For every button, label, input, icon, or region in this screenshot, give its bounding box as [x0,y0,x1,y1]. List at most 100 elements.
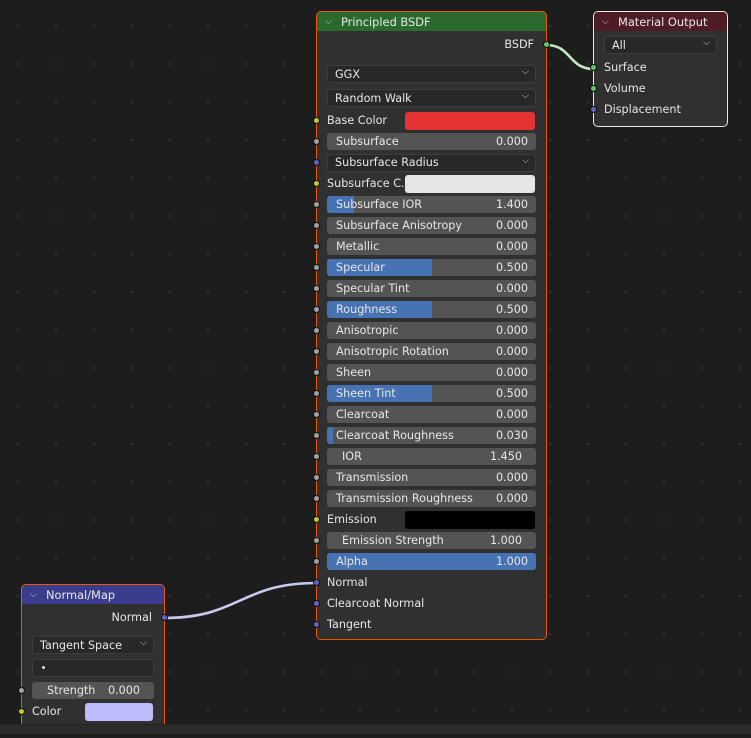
normal-map-node[interactable]: ⌵ Normal/Map Normal Tangent Space ⌵ Stre… [18,584,168,728]
clearcoat-normal-socket[interactable] [313,600,320,607]
chevron-down-icon[interactable]: ⌵ [325,17,337,27]
sheen-socket[interactable] [313,369,320,376]
slider-label: Roughness [336,303,398,316]
specular-tint-row: Specular Tint 0.000 [313,278,546,299]
base-color-socket[interactable] [313,117,320,124]
slider-group: Subsurface IOR 1.400 Subsurface Anisotropy… [313,194,546,446]
alpha-slider[interactable]: Alpha 1.000 [327,553,536,570]
slider-value: 0.000 [495,135,528,148]
subsurface-anisotropy-slider[interactable]: Subsurface Anisotropy 0.000 [327,217,536,234]
specular-tint-slider[interactable]: Specular Tint 0.000 [327,280,536,297]
clearcoat-normal-row: Clearcoat Normal [313,593,546,614]
transmission-roughness-socket[interactable] [313,495,320,502]
emission-strength-field[interactable]: Emission Strength 1.000 [327,532,536,549]
input-label: Normal [327,576,368,589]
sheen-tint-socket[interactable] [313,390,320,397]
input-label: Subsurface C... [327,177,405,190]
ior-socket[interactable] [313,453,320,460]
strength-field[interactable]: Strength 0.000 [32,682,154,699]
volume-socket[interactable] [590,85,597,92]
surface-socket[interactable] [590,64,597,71]
chevron-down-icon: ⌵ [703,38,710,48]
volume-row: Volume [590,78,727,99]
subsurface-ior-socket[interactable] [313,201,320,208]
bsdf-output-socket[interactable] [543,41,550,48]
anisotropic-rotation-socket[interactable] [313,348,320,355]
space-dropdown[interactable]: Tangent Space ⌵ [32,636,154,654]
node-header[interactable]: ⌵ Material Output [594,12,727,31]
output-label: Normal [111,611,152,624]
slider-value: 0.000 [495,408,528,421]
chevron-down-icon[interactable]: ⌵ [30,590,42,600]
subsurface-slider[interactable]: Subsurface 0.000 [327,133,536,150]
clearcoat-slider[interactable]: Clearcoat 0.000 [327,406,536,423]
specular-row: Specular 0.500 [313,257,546,278]
tangent-socket[interactable] [313,621,320,628]
slider-label: Subsurface Anisotropy [336,219,463,232]
clearcoat-socket[interactable] [313,411,320,418]
subsurface-method-dropdown[interactable]: Random Walk ⌵ [327,89,536,107]
clearcoat-roughness-socket[interactable] [313,432,320,439]
base-color-swatch[interactable] [405,111,535,130]
subsurface-color-socket[interactable] [313,180,320,187]
transmission-socket[interactable] [313,474,320,481]
input-label: Surface [604,61,647,74]
clearcoat-roughness-slider[interactable]: Clearcoat Roughness 0.030 [327,427,536,444]
material-output-node[interactable]: ⌵ Material Output All ⌵ Surface Volume D… [590,11,728,127]
subsurface-radius-row: Subsurface Radius ⌵ [313,152,546,173]
transmission-row: Transmission 0.000 [313,467,546,488]
subsurface-radius-socket[interactable] [313,159,320,166]
sheen-tint-slider[interactable]: Sheen Tint 0.500 [327,385,536,402]
ior-field[interactable]: IOR 1.450 [327,448,536,465]
output-row: BSDF [317,34,550,55]
displacement-socket[interactable] [590,106,597,113]
emission-strength-socket[interactable] [313,537,320,544]
strength-socket[interactable] [18,687,25,694]
dropdown-value: All [612,38,626,52]
slider-label: Clearcoat [336,408,390,421]
anisotropic-slider[interactable]: Anisotropic 0.000 [327,322,536,339]
subsurface-radius-dropdown[interactable]: Subsurface Radius ⌵ [327,153,536,172]
subsurface-ior-slider[interactable]: Subsurface IOR 1.400 [327,196,536,213]
subsurface-color-row: Subsurface C... [313,173,546,194]
distribution-dropdown[interactable]: GGX ⌵ [327,65,536,83]
subsurface-anisotropy-socket[interactable] [313,222,320,229]
field-label: Emission Strength [342,534,444,547]
normal-input-socket[interactable] [313,579,320,586]
displacement-row: Displacement [590,99,727,120]
emission-color-swatch[interactable] [405,510,535,529]
subsurface-socket[interactable] [313,138,320,145]
color-swatch[interactable] [85,702,153,721]
sheen-slider[interactable]: Sheen 0.000 [327,364,536,381]
transmission-slider[interactable]: Transmission 0.000 [327,469,536,486]
anisotropic-rotation-slider[interactable]: Anisotropic Rotation 0.000 [327,343,536,360]
roughness-row: Roughness 0.500 [313,299,546,320]
input-label: Volume [604,82,646,95]
input-label: Tangent [327,618,372,631]
node-header[interactable]: ⌵ Principled BSDF [317,12,546,31]
subsurface-color-swatch[interactable] [405,174,535,193]
chevron-down-icon[interactable]: ⌵ [602,17,614,27]
specular-socket[interactable] [313,264,320,271]
uv-map-field[interactable] [32,659,154,677]
transmission-roughness-slider[interactable]: Transmission Roughness 0.000 [327,490,536,507]
color-socket[interactable] [18,708,25,715]
roughness-socket[interactable] [313,306,320,313]
color-row: Color [18,701,164,722]
emission-socket[interactable] [313,516,320,523]
node-header[interactable]: ⌵ Normal/Map [22,585,164,604]
specular-slider[interactable]: Specular 0.500 [327,259,536,276]
slider-value: 1.400 [495,198,528,211]
normal-output-socket[interactable] [161,614,168,621]
principled-bsdf-node[interactable]: ⌵ Principled BSDF BSDF GGX ⌵ Random Walk… [313,11,550,640]
anisotropic-socket[interactable] [313,327,320,334]
target-dropdown[interactable]: All ⌵ [604,36,717,54]
anisotropic-row: Anisotropic 0.000 [313,320,546,341]
metallic-socket[interactable] [313,243,320,250]
specular-tint-socket[interactable] [313,285,320,292]
roughness-slider[interactable]: Roughness 0.500 [327,301,536,318]
slider-label: Anisotropic Rotation [336,345,449,358]
alpha-socket[interactable] [313,558,320,565]
metallic-slider[interactable]: Metallic 0.000 [327,238,536,255]
chevron-down-icon: ⌵ [522,91,529,101]
